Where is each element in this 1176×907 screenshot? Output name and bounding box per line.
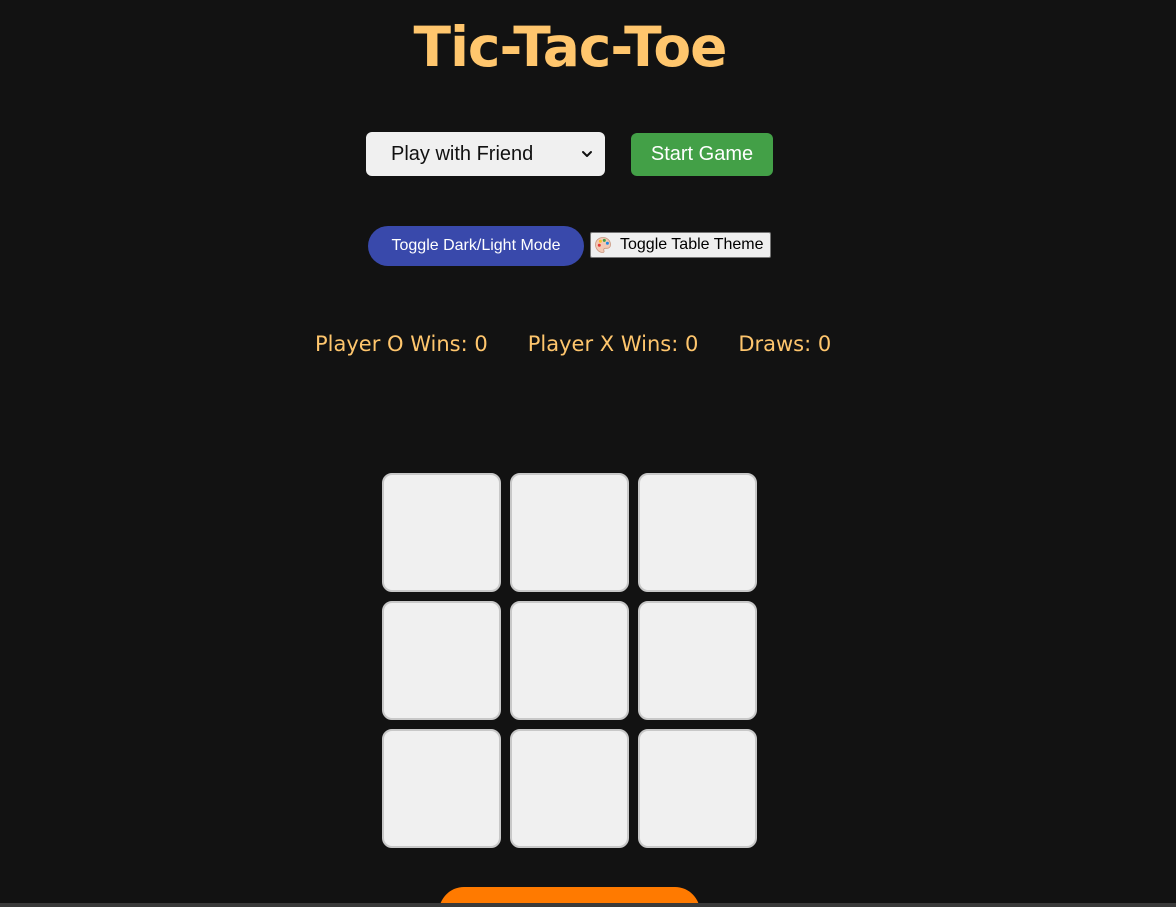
game-mode-select-value: Play with Friend <box>391 142 534 165</box>
board-cell-8[interactable] <box>510 729 629 848</box>
board-cell-4[interactable] <box>382 601 501 720</box>
game-board <box>382 473 758 849</box>
page-title: Tic-Tac-Toe <box>413 15 728 79</box>
start-game-button[interactable]: Start Game <box>631 133 773 176</box>
game-mode-select[interactable]: Play with Friend <box>366 132 605 176</box>
chevron-down-icon <box>582 151 592 157</box>
board-cell-2[interactable] <box>510 473 629 592</box>
window-bottom-border <box>0 903 1176 907</box>
board-cell-3[interactable] <box>638 473 757 592</box>
board-cell-5[interactable] <box>510 601 629 720</box>
board-cell-7[interactable] <box>382 729 501 848</box>
scoreboard: Player O Wins: 0 Player X Wins: 0 Draws:… <box>315 328 831 360</box>
palette-icon <box>595 237 611 253</box>
draws-count: Draws: 0 <box>738 332 832 356</box>
player-o-wins: Player O Wins: 0 <box>315 332 488 356</box>
toggle-dark-light-mode-button[interactable]: Toggle Dark/Light Mode <box>368 226 584 266</box>
player-x-wins: Player X Wins: 0 <box>527 332 699 356</box>
toggle-table-theme-button[interactable]: Toggle Table Theme <box>590 232 771 258</box>
board-cell-6[interactable] <box>638 601 757 720</box>
toggle-table-theme-label: Toggle Table Theme <box>620 236 764 253</box>
board-cell-9[interactable] <box>638 729 757 848</box>
board-cell-1[interactable] <box>382 473 501 592</box>
